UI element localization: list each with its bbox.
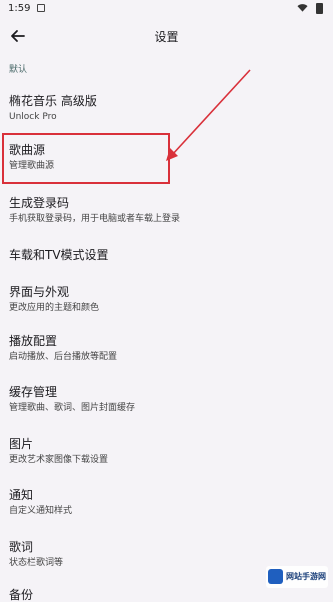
section-header: 默认 bbox=[9, 65, 28, 75]
settings-item-playback[interactable]: 播放配置 启动播放、后台播放等配置 bbox=[9, 334, 323, 364]
settings-item-car-tv-mode[interactable]: 车载和TV模式设置 bbox=[9, 248, 323, 262]
item-title: 界面与外观 bbox=[9, 285, 70, 299]
settings-item-backup[interactable]: 备份 bbox=[9, 588, 323, 602]
settings-item-notification[interactable]: 通知 自定义通知样式 bbox=[9, 488, 323, 518]
item-title: 备份 bbox=[9, 588, 34, 602]
item-title: 椭花音乐 高级版 bbox=[9, 94, 97, 108]
settings-item-login-code[interactable]: 生成登录码 手机获取登录码，用于电脑或者车载上登录 bbox=[9, 196, 323, 226]
item-title: 歌词 bbox=[9, 540, 34, 554]
item-subtitle: 更改应用的主题和颜色 bbox=[9, 303, 100, 313]
watermark-logo-icon bbox=[268, 569, 283, 584]
item-subtitle: 管理歌曲、歌词、图片封面缓存 bbox=[9, 403, 136, 413]
item-title: 图片 bbox=[9, 437, 34, 451]
battery-icon bbox=[316, 3, 323, 14]
status-time: 1:59 bbox=[8, 3, 31, 14]
item-subtitle: 手机获取登录码，用于电脑或者车载上登录 bbox=[9, 214, 181, 224]
item-subtitle: 自定义通知样式 bbox=[9, 506, 73, 516]
notification-icon bbox=[37, 4, 45, 12]
settings-item-images[interactable]: 图片 更改艺术家图像下载设置 bbox=[9, 437, 323, 467]
highlight-box bbox=[2, 133, 170, 184]
settings-item-premium[interactable]: 椭花音乐 高级版 Unlock Pro bbox=[9, 94, 323, 124]
item-title: 播放配置 bbox=[9, 334, 58, 348]
settings-item-appearance[interactable]: 界面与外观 更改应用的主题和颜色 bbox=[9, 285, 323, 315]
watermark: 网站手游网 bbox=[266, 566, 328, 588]
item-subtitle: Unlock Pro bbox=[9, 112, 57, 122]
item-title: 生成登录码 bbox=[9, 196, 70, 210]
watermark-text: 网站手游网 bbox=[286, 572, 326, 581]
wifi-icon bbox=[297, 4, 308, 12]
item-title: 通知 bbox=[9, 488, 34, 502]
item-subtitle: 启动播放、后台播放等配置 bbox=[9, 352, 118, 362]
item-title: 车载和TV模式设置 bbox=[9, 248, 109, 262]
page-title: 设置 bbox=[154, 30, 179, 44]
app-bar: 设置 bbox=[0, 22, 333, 52]
settings-item-cache[interactable]: 缓存管理 管理歌曲、歌词、图片封面缓存 bbox=[9, 385, 323, 415]
status-bar: 1:59 bbox=[0, 0, 333, 20]
item-title: 缓存管理 bbox=[9, 385, 58, 399]
item-subtitle: 更改艺术家图像下载设置 bbox=[9, 455, 109, 465]
